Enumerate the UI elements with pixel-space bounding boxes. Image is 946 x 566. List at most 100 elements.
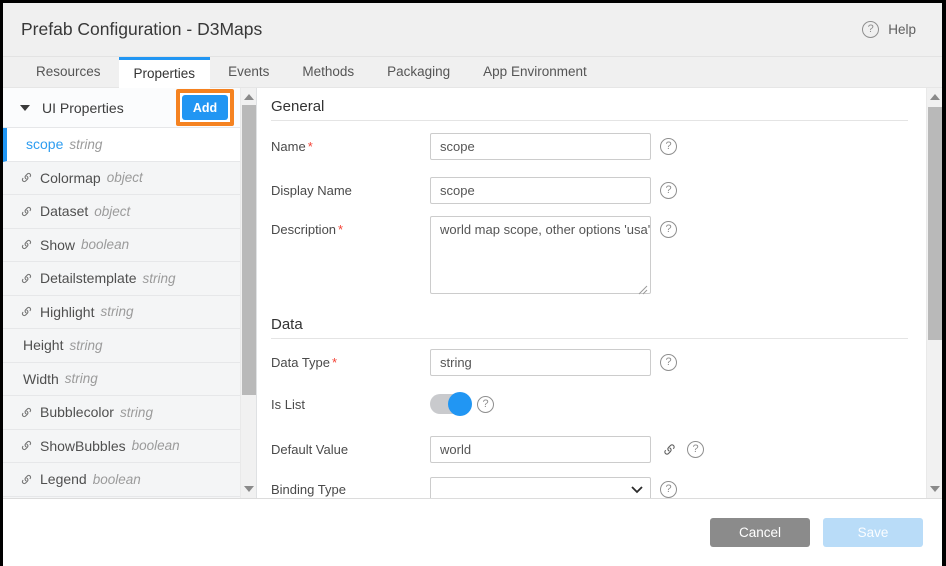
property-name: Width	[23, 371, 59, 387]
tab-bar: ResourcesPropertiesEventsMethodsPackagin…	[3, 57, 942, 88]
property-form-panel: General Name* ? Display Name ? Descripti…	[257, 88, 942, 498]
property-list: scope string Colormap object Dataset object Sh…	[3, 128, 256, 498]
sidebar-scrollbar[interactable]	[240, 88, 256, 498]
property-type: string	[143, 271, 176, 286]
tab-properties[interactable]: Properties	[119, 57, 211, 88]
bind-link-icon[interactable]	[661, 441, 678, 458]
scroll-up-icon[interactable]	[930, 94, 940, 100]
property-type: object	[94, 204, 130, 219]
tab-methods[interactable]: Methods	[287, 57, 369, 87]
sidebar-item-dataset[interactable]: Dataset object	[3, 195, 256, 229]
binding-type-label: Binding Type	[271, 482, 430, 497]
sidebar-header: UI Properties Add	[3, 88, 256, 128]
help-icon[interactable]: ?	[477, 396, 494, 413]
property-type: string	[69, 338, 102, 353]
link-icon	[19, 405, 40, 420]
dialog-body: UI Properties Add scope string Colormap obj…	[3, 88, 942, 498]
link-icon	[19, 237, 40, 252]
sidebar-scrollbar-thumb[interactable]	[242, 105, 256, 395]
sidebar-item-height[interactable]: Height string	[3, 329, 256, 363]
property-name: Height	[23, 337, 63, 353]
property-type: string	[120, 405, 153, 420]
form-scrollbar[interactable]	[926, 88, 942, 498]
chevron-down-icon	[631, 486, 643, 494]
tab-packaging[interactable]: Packaging	[372, 57, 465, 87]
tab-events[interactable]: Events	[213, 57, 284, 87]
property-name: Show	[40, 237, 75, 253]
properties-sidebar: UI Properties Add scope string Colormap obj…	[3, 88, 257, 498]
dialog-footer: Cancel Save	[3, 498, 942, 566]
property-type: string	[65, 371, 98, 386]
help-icon[interactable]: ?	[687, 441, 704, 458]
help-icon[interactable]: ?	[660, 138, 677, 155]
sidebar-item-width[interactable]: Width string	[3, 363, 256, 397]
property-name: Detailstemplate	[40, 270, 137, 286]
scroll-up-icon[interactable]	[244, 94, 254, 100]
toggle-knob	[448, 392, 472, 416]
binding-type-select[interactable]	[430, 477, 651, 498]
section-title-general: General	[271, 98, 908, 121]
link-icon	[19, 170, 40, 185]
sidebar-item-colormap[interactable]: Colormap object	[3, 162, 256, 196]
name-input[interactable]	[430, 133, 651, 160]
is-list-toggle[interactable]	[430, 394, 470, 414]
sidebar-item-scope[interactable]: scope string	[3, 128, 256, 162]
window-header: Prefab Configuration - D3Maps ? Help	[3, 3, 942, 57]
tab-app-environment[interactable]: App Environment	[468, 57, 602, 87]
window-title: Prefab Configuration - D3Maps	[21, 19, 262, 40]
required-marker: *	[308, 139, 313, 154]
property-name: Colormap	[40, 170, 101, 186]
property-type: boolean	[81, 237, 129, 252]
sidebar-item-detailstemplate[interactable]: Detailstemplate string	[3, 262, 256, 296]
property-name: Legend	[40, 471, 87, 487]
display-name-input[interactable]	[430, 177, 651, 204]
data-type-input[interactable]	[430, 349, 651, 376]
tab-resources[interactable]: Resources	[21, 57, 116, 87]
property-type: string	[69, 137, 102, 152]
link-icon	[19, 438, 40, 453]
add-button[interactable]: Add	[182, 95, 228, 120]
form-scrollbar-thumb[interactable]	[928, 107, 942, 340]
help-icon[interactable]: ?	[660, 182, 677, 199]
description-label: Description*	[271, 222, 430, 237]
property-type: object	[107, 170, 143, 185]
sidebar-item-showbubbles[interactable]: ShowBubbles boolean	[3, 430, 256, 464]
add-button-highlight: Add	[176, 89, 234, 126]
property-name: ShowBubbles	[40, 438, 126, 454]
link-icon	[19, 204, 40, 219]
sidebar-item-bubblecolor[interactable]: Bubblecolorstring	[3, 396, 256, 430]
help-button[interactable]: ? Help	[862, 21, 916, 38]
prefab-configuration-window: Prefab Configuration - D3Maps ? Help Res…	[0, 0, 946, 566]
link-icon	[19, 472, 40, 487]
section-title-data: Data	[271, 316, 908, 339]
sidebar-title: UI Properties	[42, 100, 124, 116]
sidebar-item-show[interactable]: Show boolean	[3, 229, 256, 263]
required-marker: *	[338, 222, 343, 237]
property-name: scope	[26, 136, 63, 152]
help-icon[interactable]: ?	[660, 354, 677, 371]
property-name: Dataset	[40, 203, 88, 219]
help-icon[interactable]: ?	[660, 481, 677, 498]
default-value-label: Default Value	[271, 442, 430, 457]
cancel-button[interactable]: Cancel	[710, 518, 810, 547]
collapse-caret-icon[interactable]	[20, 105, 30, 111]
sidebar-item-legend[interactable]: Legend boolean	[3, 463, 256, 497]
help-icon: ?	[862, 21, 879, 38]
scroll-down-icon[interactable]	[244, 486, 254, 492]
sidebar-item-highlight[interactable]: Highlightstring	[3, 296, 256, 330]
description-textarea[interactable]: world map scope, other options 'usa', 'i…	[430, 216, 651, 294]
is-list-label: Is List	[271, 397, 430, 412]
property-type: string	[100, 304, 133, 319]
scroll-down-icon[interactable]	[930, 486, 940, 492]
help-icon[interactable]: ?	[660, 221, 677, 238]
display-name-label: Display Name	[271, 183, 430, 198]
help-label: Help	[888, 22, 916, 37]
property-type: boolean	[93, 472, 141, 487]
name-label: Name*	[271, 139, 430, 154]
default-value-input[interactable]	[430, 436, 651, 463]
link-icon	[19, 304, 40, 319]
save-button[interactable]: Save	[823, 518, 923, 547]
property-type: boolean	[132, 438, 180, 453]
data-type-label: Data Type*	[271, 355, 430, 370]
required-marker: *	[332, 355, 337, 370]
